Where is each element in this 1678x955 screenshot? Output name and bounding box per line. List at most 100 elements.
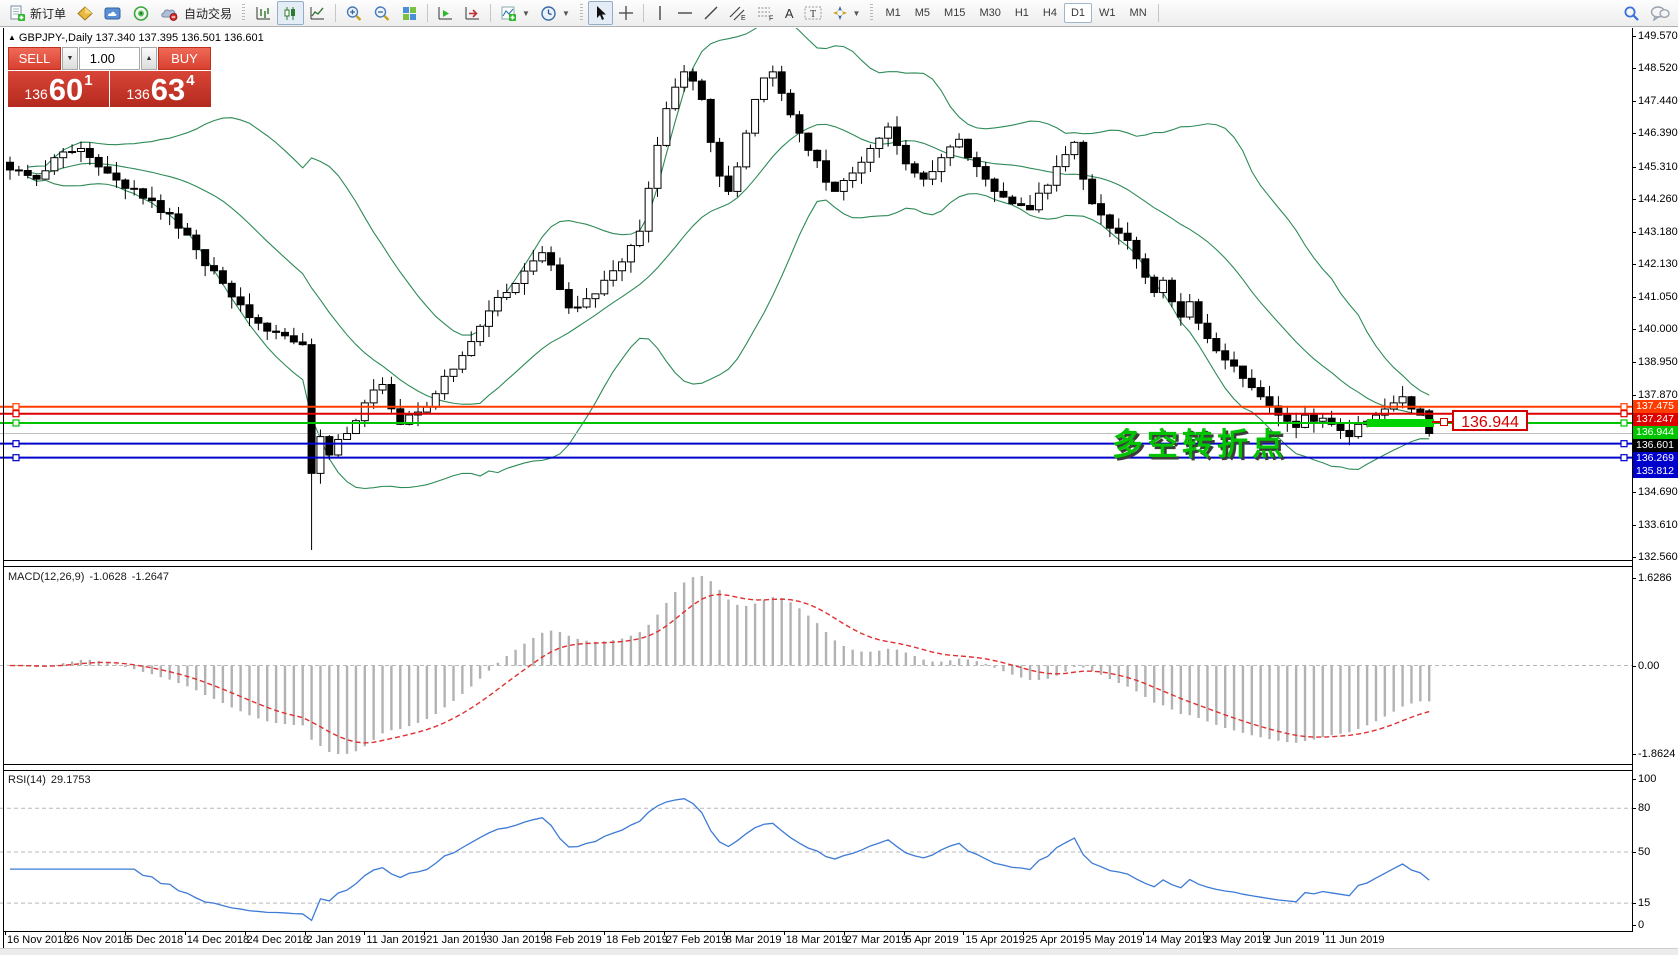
indicators-dropdown-button[interactable]: ▼ [495,1,535,25]
candle-body [867,148,874,162]
buy-button[interactable]: BUY [158,47,211,70]
arrows-dropdown-button[interactable]: ▼ [827,1,866,25]
candle-body [370,390,377,403]
equidistant-channel-button[interactable]: E [724,1,752,25]
market-watch-icon [76,5,94,22]
pane-divider[interactable] [3,764,1633,765]
text-button[interactable]: A [780,1,799,25]
macd-indicator-pane[interactable] [0,566,1632,764]
rsi-name: RSI(14) [8,774,46,786]
date-axis-label: 24 Dec 2018 [247,934,309,946]
candle-body [716,142,723,176]
mql5-community-button[interactable] [99,1,127,25]
timeframe-m1[interactable]: M1 [878,3,907,23]
candle-body [548,253,555,265]
tile-windows-button[interactable] [396,1,423,25]
date-axis-tickmark [1023,931,1024,935]
candle-body [361,403,368,421]
timeframe-m30[interactable]: M30 [972,3,1007,23]
market-watch-button[interactable] [71,1,99,25]
crosshair-button[interactable] [613,1,639,25]
cursor-button[interactable] [588,1,613,25]
hline-handle[interactable] [1621,455,1627,461]
auto-trading-button[interactable]: 自动交易 [155,1,237,25]
hline-handle[interactable] [1621,411,1627,417]
date-axis-label: 2 Jan 2019 [307,934,361,946]
candle-body [991,179,998,191]
hline-handle[interactable] [1621,420,1627,426]
date-axis-tickmark [963,931,964,935]
auto-scroll-button[interactable] [432,1,459,25]
chat-icon[interactable] [1650,5,1670,21]
auto-trading-label: 自动交易 [184,5,232,22]
rsi-axis-tickmark [1632,852,1636,853]
periods-dropdown-button[interactable]: ▼ [535,1,575,25]
callout-handle[interactable] [1440,418,1448,426]
hline-handle[interactable] [13,411,19,417]
sell-price-point: 1 [84,72,92,89]
candle-body [743,133,750,167]
fibonacci-button[interactable]: F [752,1,780,25]
candle-body [219,271,226,284]
sell-button[interactable]: SELL [8,47,61,70]
toolbar-separator [490,4,491,22]
rsi-indicator-pane[interactable] [0,770,1632,931]
trendline-button[interactable] [698,1,724,25]
sell-price[interactable]: 136 60 1 [8,71,109,107]
chart-shift-button[interactable] [459,1,486,25]
vertical-line-button[interactable] [648,1,672,25]
hline-handle[interactable] [13,441,19,447]
date-axis-tickmark [185,931,186,935]
timeframe-m5[interactable]: M5 [908,3,937,23]
hline-handle[interactable] [13,404,19,410]
signals-button[interactable] [127,1,155,25]
new-order-button[interactable]: 新订单 [4,1,71,25]
candle-body [574,307,581,308]
hline-handle[interactable] [1621,404,1627,410]
candle-body [627,246,634,262]
price-axis-tickmark [1632,232,1636,233]
volume-down-button[interactable]: ▼ [62,47,78,70]
hline-handle[interactable] [1621,441,1627,447]
hline-handle[interactable] [13,420,19,426]
rsi-axis-label: 100 [1638,773,1656,785]
vertical-line-icon [653,5,667,21]
candle-body [503,293,510,298]
price-axis-tickmark [1632,297,1636,298]
candlestick-chart-button[interactable] [277,1,304,25]
toolbar-grip [580,4,583,22]
date-axis-label: 23 May 2019 [1205,934,1269,946]
price-chart-pane[interactable] [0,28,1632,560]
candle-body [1355,424,1362,436]
turning-point-annotation[interactable]: 多空转折点 [1112,419,1287,464]
zoom-out-button[interactable] [368,1,396,25]
price-callout-label[interactable]: 136.944 [1452,410,1528,431]
candle-body [388,384,395,408]
candle-body [228,283,235,297]
volume-input[interactable] [79,47,140,70]
bar-chart-button[interactable] [250,1,277,25]
timeframe-h1[interactable]: H1 [1008,3,1036,23]
timeframe-w1[interactable]: W1 [1092,3,1123,23]
timeframe-h4[interactable]: H4 [1036,3,1064,23]
timeframe-mn[interactable]: MN [1123,3,1154,23]
zoom-in-button[interactable] [340,1,368,25]
green-highlight-bar[interactable] [1367,419,1434,427]
pane-divider[interactable] [3,560,1633,561]
horizontal-line-button[interactable] [672,1,698,25]
macd-axis-label: -1.8624 [1638,748,1675,760]
candle-body [140,189,147,198]
candle-body [326,437,333,455]
line-chart-button[interactable] [304,1,331,25]
candle-body [1089,179,1096,204]
hline-handle[interactable] [13,455,19,461]
buy-price[interactable]: 136 63 4 [110,71,211,107]
text-label-button[interactable]: T [799,1,827,25]
timeframe-m15[interactable]: M15 [937,3,972,23]
date-axis-tickmark [484,931,485,935]
candle-body [184,228,191,235]
search-icon[interactable] [1623,5,1640,22]
arrows-icon [832,5,848,21]
volume-up-button[interactable]: ▲ [141,47,157,70]
timeframe-d1[interactable]: D1 [1064,3,1092,23]
